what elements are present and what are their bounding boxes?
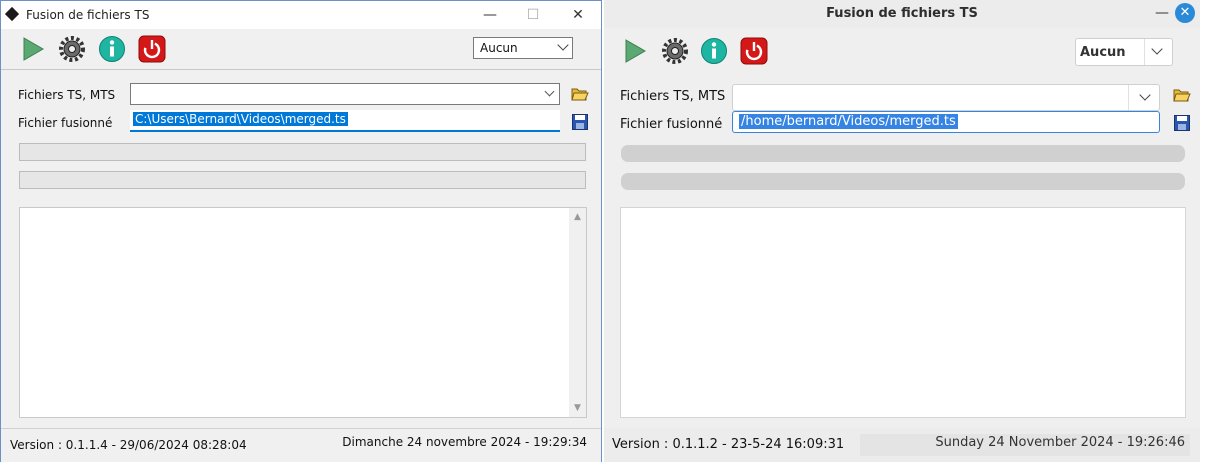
title-bar[interactable]: Fusion de fichiers TS — ☐ ✕: [1, 1, 601, 29]
combo-separator: [1144, 39, 1145, 65]
chevron-down-icon: [1151, 43, 1163, 55]
merged-file-input[interactable]: C:\Users\Bernard\Videos\merged.ts: [130, 110, 560, 132]
title-bar[interactable]: Fusion de fichiers TS — ✕: [604, 0, 1200, 28]
version-text: Version : 0.1.1.2 - 23-5-24 16:09:31: [612, 437, 845, 452]
progress-bar-2: [621, 173, 1185, 190]
ts-files-label: Fichiers TS, MTS: [620, 89, 726, 104]
date-text: Dimanche 24 novembre 2024 - 19:29:34: [342, 435, 587, 449]
ts-files-label: Fichiers TS, MTS: [18, 88, 116, 102]
info-icon[interactable]: [98, 35, 126, 63]
merged-file-label: Fichier fusionné: [620, 117, 723, 132]
vertical-scrollbar[interactable]: ▲ ▼: [569, 208, 586, 417]
folder-open-icon[interactable]: [571, 85, 589, 103]
floppy-save-icon[interactable]: [1173, 114, 1191, 132]
progress-bar-1: [621, 145, 1185, 162]
gear-icon[interactable]: [58, 35, 86, 63]
toolbar: Aucun: [1, 29, 601, 70]
play-icon[interactable]: [19, 35, 47, 63]
power-icon[interactable]: [138, 35, 166, 63]
version-text: Version : 0.1.1.4 - 29/06/2024 08:28:04: [10, 438, 247, 452]
merged-file-value: /home/bernard/Videos/merged.ts: [739, 114, 958, 129]
format-select-value: Aucun: [480, 41, 518, 55]
window-title: Fusion de fichiers TS: [826, 6, 978, 21]
scroll-down-icon[interactable]: ▼: [569, 403, 586, 413]
minimize-button[interactable]: —: [476, 5, 504, 25]
combo-separator: [1128, 85, 1129, 110]
ts-files-combo[interactable]: [130, 83, 560, 105]
log-area[interactable]: [620, 207, 1186, 418]
play-icon[interactable]: [621, 37, 649, 65]
app-diamond-icon: [4, 6, 20, 22]
ts-files-combo[interactable]: [732, 84, 1160, 111]
minimize-button[interactable]: —: [1152, 4, 1172, 22]
format-select-value: Aucun: [1080, 45, 1126, 60]
gear-icon[interactable]: [661, 37, 689, 65]
info-icon[interactable]: [700, 37, 728, 65]
maximize-button[interactable]: ☐: [519, 5, 547, 25]
close-button[interactable]: ✕: [564, 5, 592, 25]
scroll-up-icon[interactable]: ▲: [569, 212, 586, 222]
linux-app-window: Fusion de fichiers TS — ✕ Aucun Fichiers…: [604, 0, 1200, 462]
window-title: Fusion de fichiers TS: [26, 8, 150, 22]
chevron-down-icon: [544, 86, 555, 97]
windows-app-window: Fusion de fichiers TS — ☐ ✕ Aucun Fichie…: [0, 0, 602, 462]
date-text: Sunday 24 November 2024 - 19:26:46: [935, 435, 1185, 450]
format-select[interactable]: Aucun: [473, 37, 573, 59]
status-bar: Version : 0.1.1.4 - 29/06/2024 08:28:04 …: [1, 428, 601, 462]
floppy-save-icon[interactable]: [571, 113, 589, 131]
chevron-down-icon: [557, 39, 569, 51]
merged-file-value: C:\Users\Bernard\Videos\merged.ts: [133, 112, 348, 126]
power-icon[interactable]: [740, 37, 768, 65]
progress-bar-2: [19, 171, 586, 189]
toolbar: Aucun: [604, 28, 1200, 72]
chevron-down-icon: [1139, 89, 1151, 101]
merged-file-label: Fichier fusionné: [18, 116, 113, 130]
folder-open-icon[interactable]: [1173, 86, 1191, 104]
status-bar: Version : 0.1.1.2 - 23-5-24 16:09:31 Sun…: [604, 428, 1200, 462]
close-button[interactable]: ✕: [1175, 3, 1195, 23]
log-area[interactable]: ▲ ▼: [19, 207, 587, 418]
progress-bar-1: [19, 143, 586, 161]
merged-file-input[interactable]: /home/bernard/Videos/merged.ts: [732, 111, 1160, 133]
format-select[interactable]: Aucun: [1075, 38, 1173, 66]
